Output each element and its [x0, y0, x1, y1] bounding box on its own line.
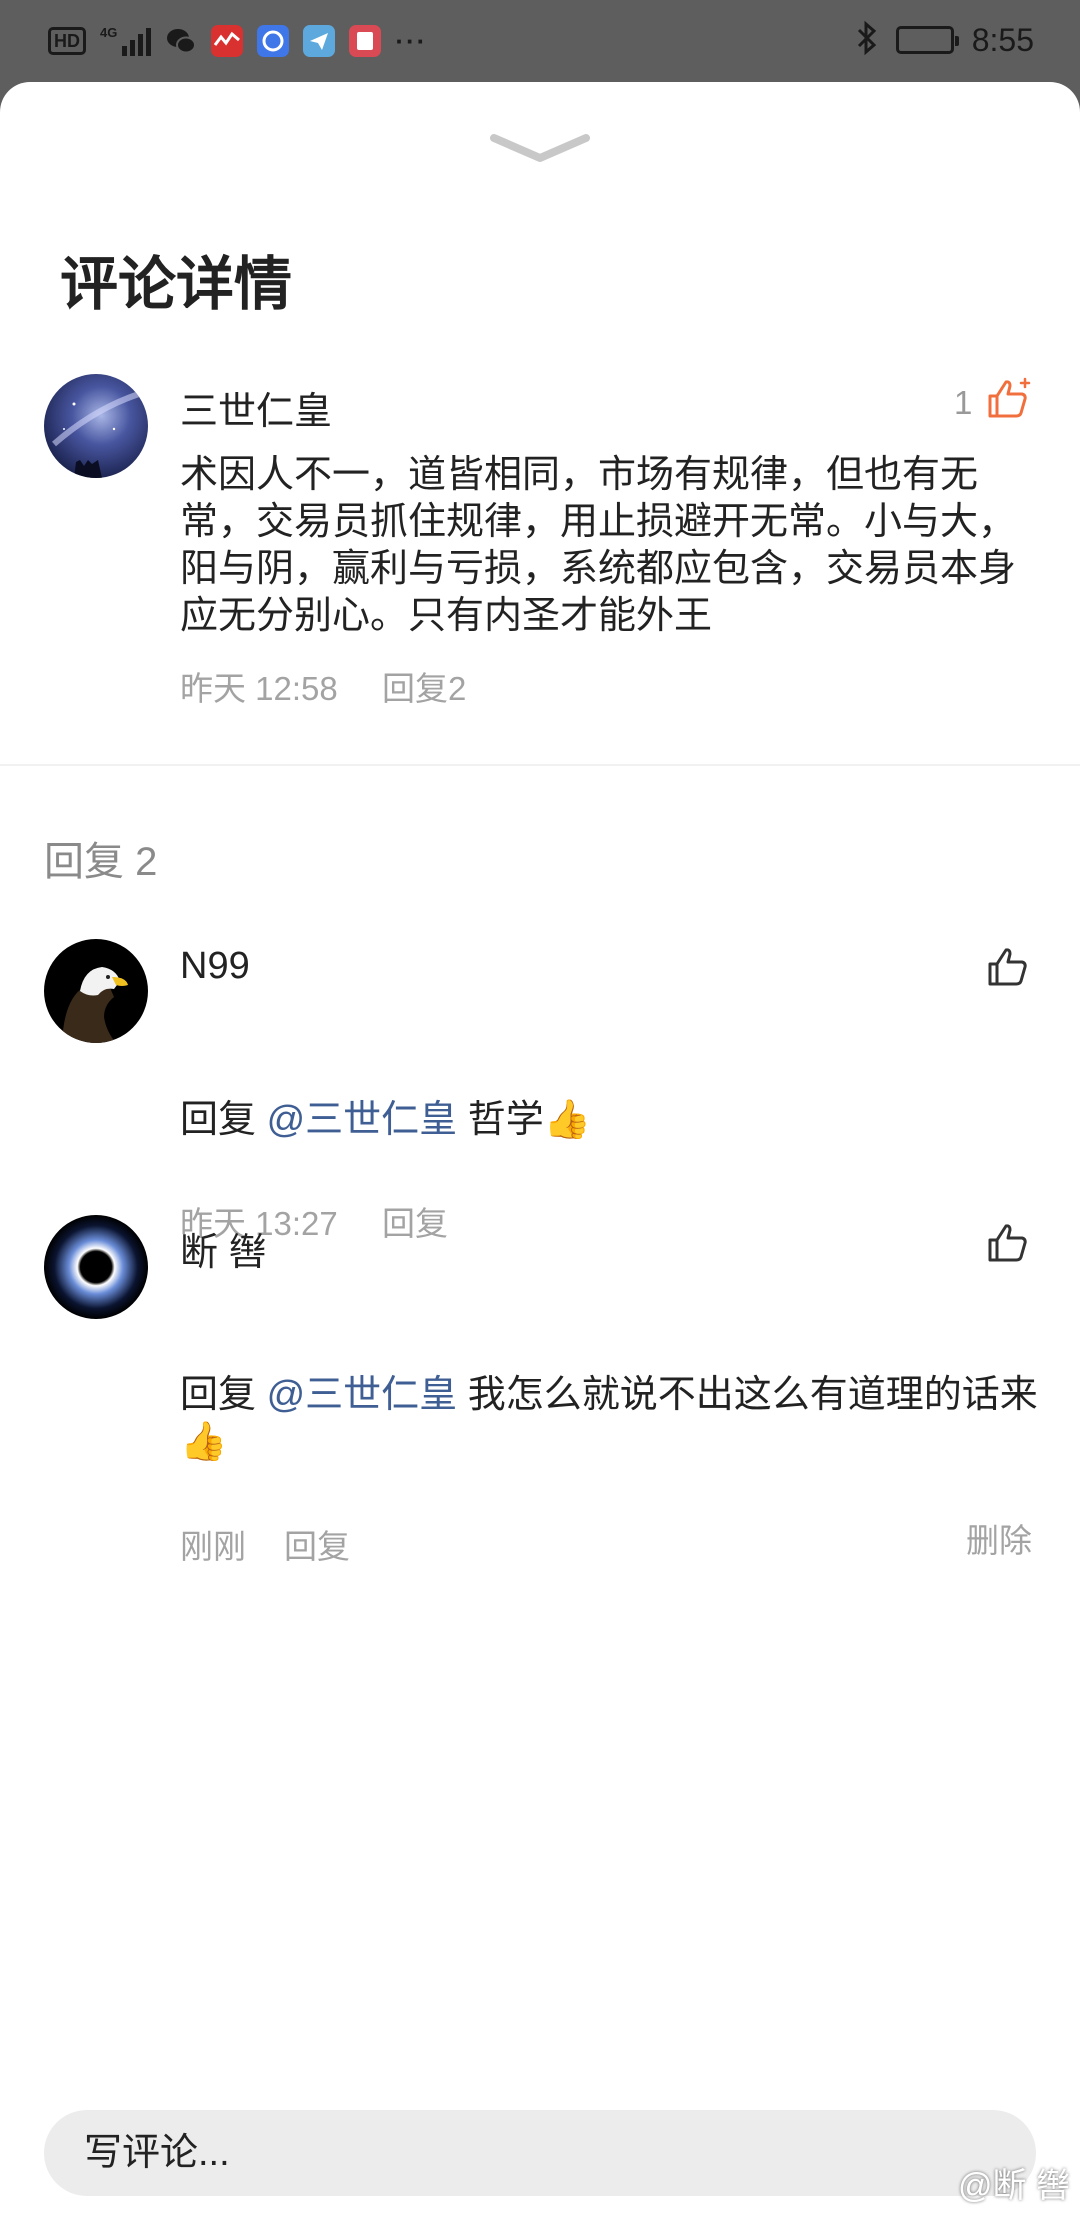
comment-timestamp: 昨天 12:58 — [180, 670, 338, 707]
watermark: @断 辔 — [958, 2158, 1070, 2207]
comment-detail-sheet: 评论详情 三世仁皇 1 术因人不一，道皆相同，市场有规律，但也有无常，交易员抓住… — [0, 82, 1080, 2240]
avatar[interactable] — [44, 939, 148, 1043]
mention-link[interactable]: @三世仁皇 — [267, 1374, 458, 1416]
comment-text: 术因人不一，道皆相同，市场有规律，但也有无常，交易员抓住规律，用止损避开无常。小… — [180, 454, 1017, 637]
hd-badge: HD — [48, 27, 86, 55]
book-app-icon — [349, 25, 382, 57]
reply-button[interactable]: 回复 — [382, 1197, 448, 1245]
reply-prefix: 回复 — [180, 1099, 257, 1141]
reply-timestamp: 刚刚 — [180, 1528, 246, 1565]
mention-link[interactable]: @三世仁皇 — [267, 1099, 458, 1141]
signal-icon: 4G — [100, 25, 152, 56]
reply-text: 回复 @三世仁皇 我怎么就说不出这么有道理的话来👍 — [180, 1372, 1040, 1466]
reply-text: 回复 @三世仁皇 哲学👍 — [180, 1097, 1030, 1144]
like-active-icon[interactable] — [986, 376, 1032, 422]
bluetooth-icon — [856, 20, 878, 61]
status-left: HD 4G ··· — [48, 20, 427, 62]
reply-username[interactable]: N99 — [180, 945, 250, 988]
comment-username[interactable]: 三世仁皇 — [180, 380, 332, 435]
reply-prefix: 回复 — [180, 1374, 257, 1416]
avatar[interactable] — [44, 1215, 148, 1319]
status-right: 8:55 — [856, 18, 1034, 62]
reply-body: 哲学👍 — [457, 1099, 592, 1141]
watermark-text: @断 辔 — [958, 2167, 1070, 2205]
replies-section-label: 回复 2 — [44, 840, 158, 884]
battery-icon — [895, 26, 959, 54]
avatar[interactable] — [44, 374, 148, 478]
collapse-chevron-icon[interactable] — [490, 130, 590, 166]
mail-app-icon — [303, 25, 336, 57]
reply-count-button[interactable]: 回复2 — [382, 662, 466, 710]
divider — [0, 764, 1080, 766]
reply-button[interactable]: 回复 — [284, 1520, 350, 1568]
reply-username[interactable]: 断 辔 — [180, 1221, 267, 1276]
write-comment-input[interactable]: 写评论... — [44, 2110, 1036, 2196]
network-type: 4G — [100, 25, 118, 40]
stock-app-icon — [211, 25, 244, 57]
page-title: 评论详情 — [60, 252, 293, 317]
wechat-icon — [165, 25, 197, 57]
more-notifications-icon: ··· — [395, 25, 428, 56]
like-count: 1 — [954, 384, 973, 421]
status-bar: HD 4G ··· 8:55 — [0, 0, 1080, 82]
like-icon[interactable] — [986, 1220, 1032, 1266]
clock: 8:55 — [971, 21, 1034, 58]
like-icon[interactable] — [986, 944, 1032, 990]
delete-button[interactable]: 删除 — [966, 1514, 1032, 1562]
browser-app-icon — [257, 25, 290, 57]
